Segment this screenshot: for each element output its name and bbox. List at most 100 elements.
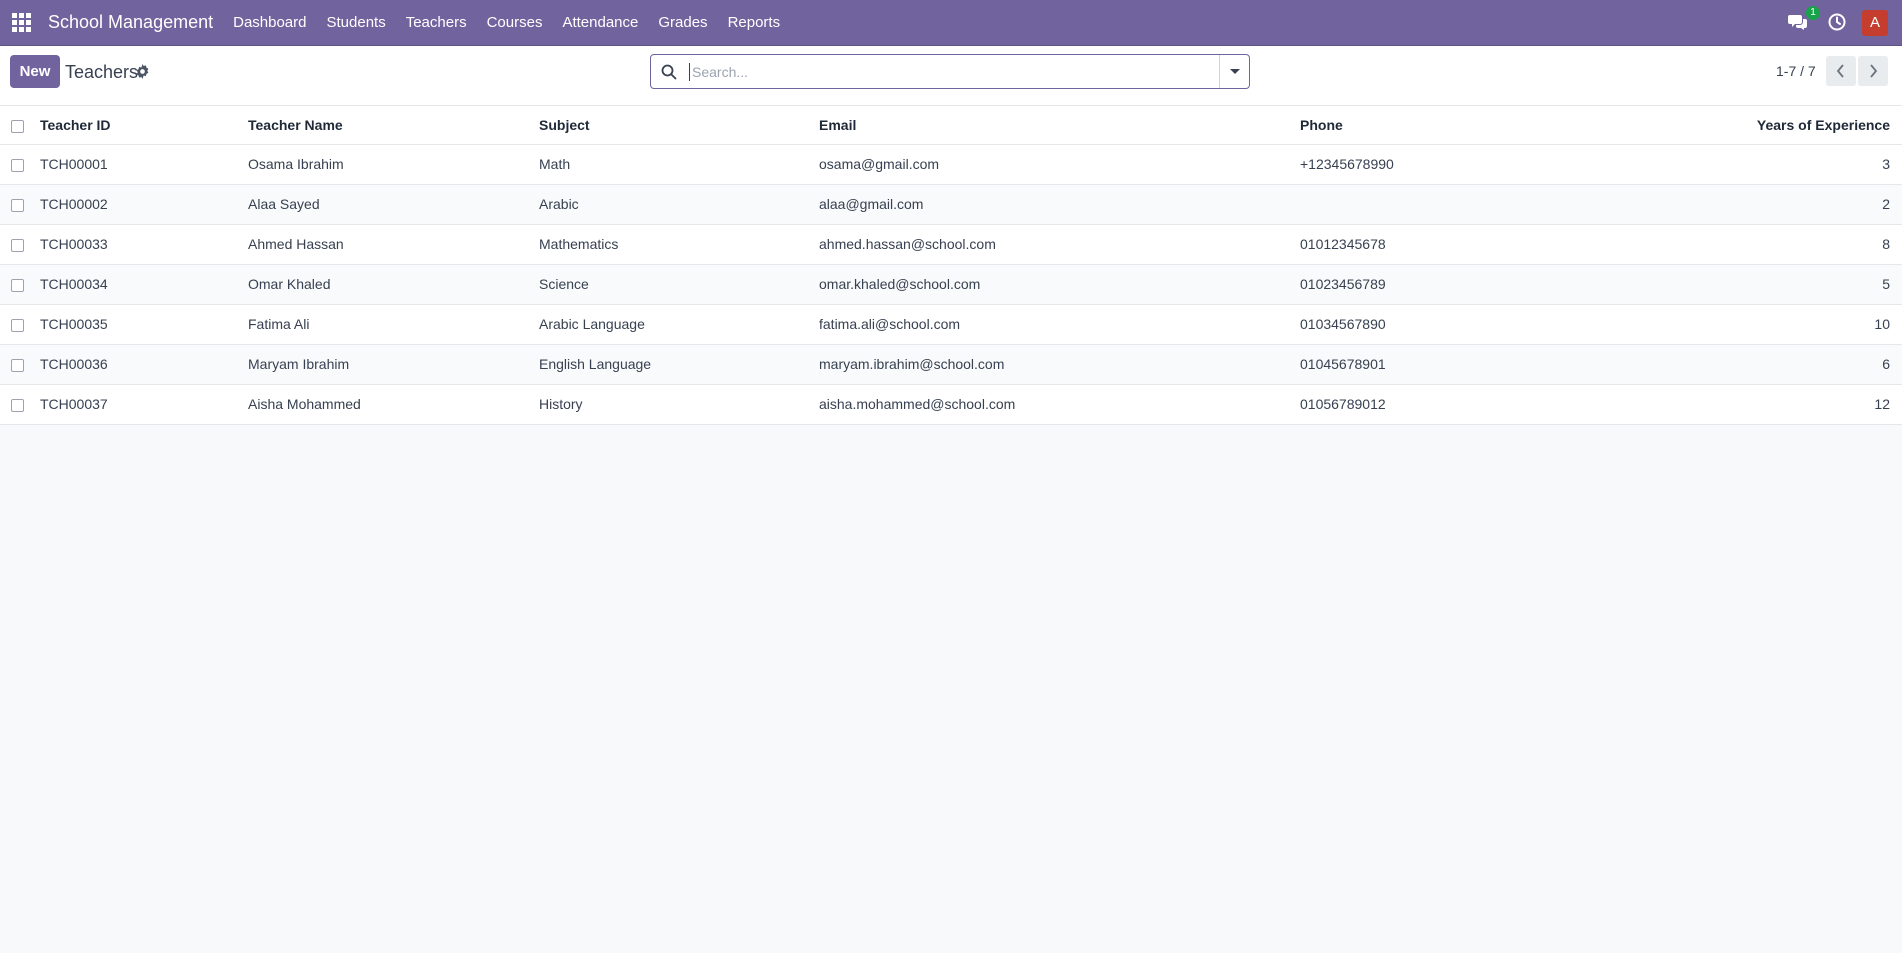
cell-phone: 01056789012 — [1300, 384, 1590, 425]
app-brand[interactable]: School Management — [48, 12, 213, 33]
select-all-checkbox[interactable] — [11, 119, 24, 133]
menu-item-attendance[interactable]: Attendance — [552, 14, 648, 31]
cell-subject: Mathematics — [539, 224, 819, 265]
cell-years-of-experience: 6 — [1590, 344, 1902, 385]
row-checkbox[interactable] — [11, 398, 24, 412]
row-select-cell — [0, 224, 40, 265]
chevron-left-icon — [1836, 64, 1844, 78]
cell-email: fatima.ali@school.com — [819, 304, 1300, 345]
search-bar — [650, 54, 1250, 89]
apps-grid-icon[interactable] — [12, 12, 32, 33]
cell-subject: Arabic Language — [539, 304, 819, 345]
row-checkbox[interactable] — [11, 238, 24, 252]
page-title: Teachers — [65, 62, 139, 82]
cell-years-of-experience: 5 — [1590, 264, 1902, 305]
row-checkbox[interactable] — [11, 278, 24, 292]
cell-subject: English Language — [539, 344, 819, 385]
teachers-table: Teacher ID Teacher Name Subject Email Ph… — [0, 106, 1902, 425]
cell-subject: Science — [539, 264, 819, 305]
column-header-email[interactable]: Email — [819, 106, 1300, 145]
cell-teacher-name: Osama Ibrahim — [248, 144, 539, 185]
table-row[interactable]: TCH00002 Alaa Sayed Arabic alaa@gmail.co… — [0, 184, 1902, 225]
row-checkbox[interactable] — [11, 358, 24, 372]
table-row[interactable]: TCH00033 Ahmed Hassan Mathematics ahmed.… — [0, 224, 1902, 265]
gear-icon[interactable] — [135, 64, 150, 79]
menu-item-students[interactable]: Students — [317, 14, 396, 31]
cell-subject: Arabic — [539, 184, 819, 225]
chat-badge: 1 — [1806, 6, 1820, 20]
table-header-row: Teacher ID Teacher Name Subject Email Ph… — [0, 106, 1902, 145]
row-select-cell — [0, 264, 40, 305]
cell-teacher-name: Maryam Ibrahim — [248, 344, 539, 385]
menu-item-dashboard[interactable]: Dashboard — [223, 14, 316, 31]
navbar-systray: 1 A — [1788, 0, 1902, 46]
pager-previous-button[interactable] — [1826, 56, 1856, 86]
cell-teacher-id: TCH00002 — [40, 184, 248, 225]
cell-years-of-experience: 12 — [1590, 384, 1902, 425]
cell-subject: Math — [539, 144, 819, 185]
control-panel: New Teachers 1-7 / 7 — [0, 46, 1902, 106]
table-row[interactable]: TCH00001 Osama Ibrahim Math osama@gmail.… — [0, 144, 1902, 185]
row-checkbox[interactable] — [11, 318, 24, 332]
cell-email: aisha.mohammed@school.com — [819, 384, 1300, 425]
chat-icon[interactable]: 1 — [1788, 6, 1820, 33]
row-select-cell — [0, 184, 40, 225]
clock-icon[interactable] — [1828, 13, 1848, 33]
user-avatar[interactable]: A — [1862, 10, 1888, 36]
cell-email: alaa@gmail.com — [819, 184, 1300, 225]
cell-email: omar.khaled@school.com — [819, 264, 1300, 305]
column-header-teacher-name[interactable]: Teacher Name — [248, 106, 539, 145]
search-options-toggle[interactable] — [1219, 55, 1249, 88]
menu-item-grades[interactable]: Grades — [648, 14, 717, 31]
cell-years-of-experience: 10 — [1590, 304, 1902, 345]
cell-phone: +12345678990 — [1300, 144, 1590, 185]
row-checkbox[interactable] — [11, 158, 24, 172]
cell-years-of-experience: 2 — [1590, 184, 1902, 225]
table-row[interactable]: TCH00037 Aisha Mohammed History aisha.mo… — [0, 384, 1902, 425]
cell-teacher-name: Alaa Sayed — [248, 184, 539, 225]
cell-teacher-name: Ahmed Hassan — [248, 224, 539, 265]
cell-years-of-experience: 3 — [1590, 144, 1902, 185]
table-row[interactable]: TCH00034 Omar Khaled Science omar.khaled… — [0, 264, 1902, 305]
menu-item-reports[interactable]: Reports — [718, 14, 791, 31]
cell-phone: 01034567890 — [1300, 304, 1590, 345]
new-button[interactable]: New — [10, 55, 60, 88]
chevron-right-icon — [1870, 64, 1878, 78]
cell-teacher-id: TCH00033 — [40, 224, 248, 265]
cell-phone: 01012345678 — [1300, 224, 1590, 265]
row-select-cell — [0, 344, 40, 385]
cell-teacher-id: TCH00001 — [40, 144, 248, 185]
cell-teacher-name: Aisha Mohammed — [248, 384, 539, 425]
cell-teacher-id: TCH00037 — [40, 384, 248, 425]
row-select-cell — [0, 384, 40, 425]
cell-email: maryam.ibrahim@school.com — [819, 344, 1300, 385]
pager-next-button[interactable] — [1858, 56, 1888, 86]
row-select-cell — [0, 144, 40, 185]
search-input[interactable] — [689, 62, 1209, 81]
cell-teacher-name: Omar Khaled — [248, 264, 539, 305]
pager-value[interactable]: 1-7 / 7 — [1776, 63, 1816, 79]
column-header-phone[interactable]: Phone — [1300, 106, 1590, 145]
table-row[interactable]: TCH00035 Fatima Ali Arabic Language fati… — [0, 304, 1902, 345]
column-header-teacher-id[interactable]: Teacher ID — [40, 106, 248, 145]
column-header-subject[interactable]: Subject — [539, 106, 819, 145]
cell-phone: 01045678901 — [1300, 344, 1590, 385]
cell-years-of-experience: 8 — [1590, 224, 1902, 265]
caret-down-icon — [1229, 69, 1240, 74]
menu-item-courses[interactable]: Courses — [477, 14, 553, 31]
cell-email: ahmed.hassan@school.com — [819, 224, 1300, 265]
select-all-cell — [0, 106, 40, 145]
menu-item-teachers[interactable]: Teachers — [396, 14, 477, 31]
cell-phone: 01023456789 — [1300, 264, 1590, 305]
table-row[interactable]: TCH00036 Maryam Ibrahim English Language… — [0, 344, 1902, 385]
cell-teacher-id: TCH00036 — [40, 344, 248, 385]
main-menu: Dashboard Students Teachers Courses Atte… — [223, 14, 790, 31]
cell-teacher-name: Fatima Ali — [248, 304, 539, 345]
cell-subject: History — [539, 384, 819, 425]
row-select-cell — [0, 304, 40, 345]
cell-phone — [1300, 184, 1590, 225]
column-header-years-of-experience[interactable]: Years of Experience — [1590, 106, 1902, 145]
cell-teacher-id: TCH00034 — [40, 264, 248, 305]
row-checkbox[interactable] — [11, 198, 24, 212]
search-icon — [661, 64, 677, 80]
